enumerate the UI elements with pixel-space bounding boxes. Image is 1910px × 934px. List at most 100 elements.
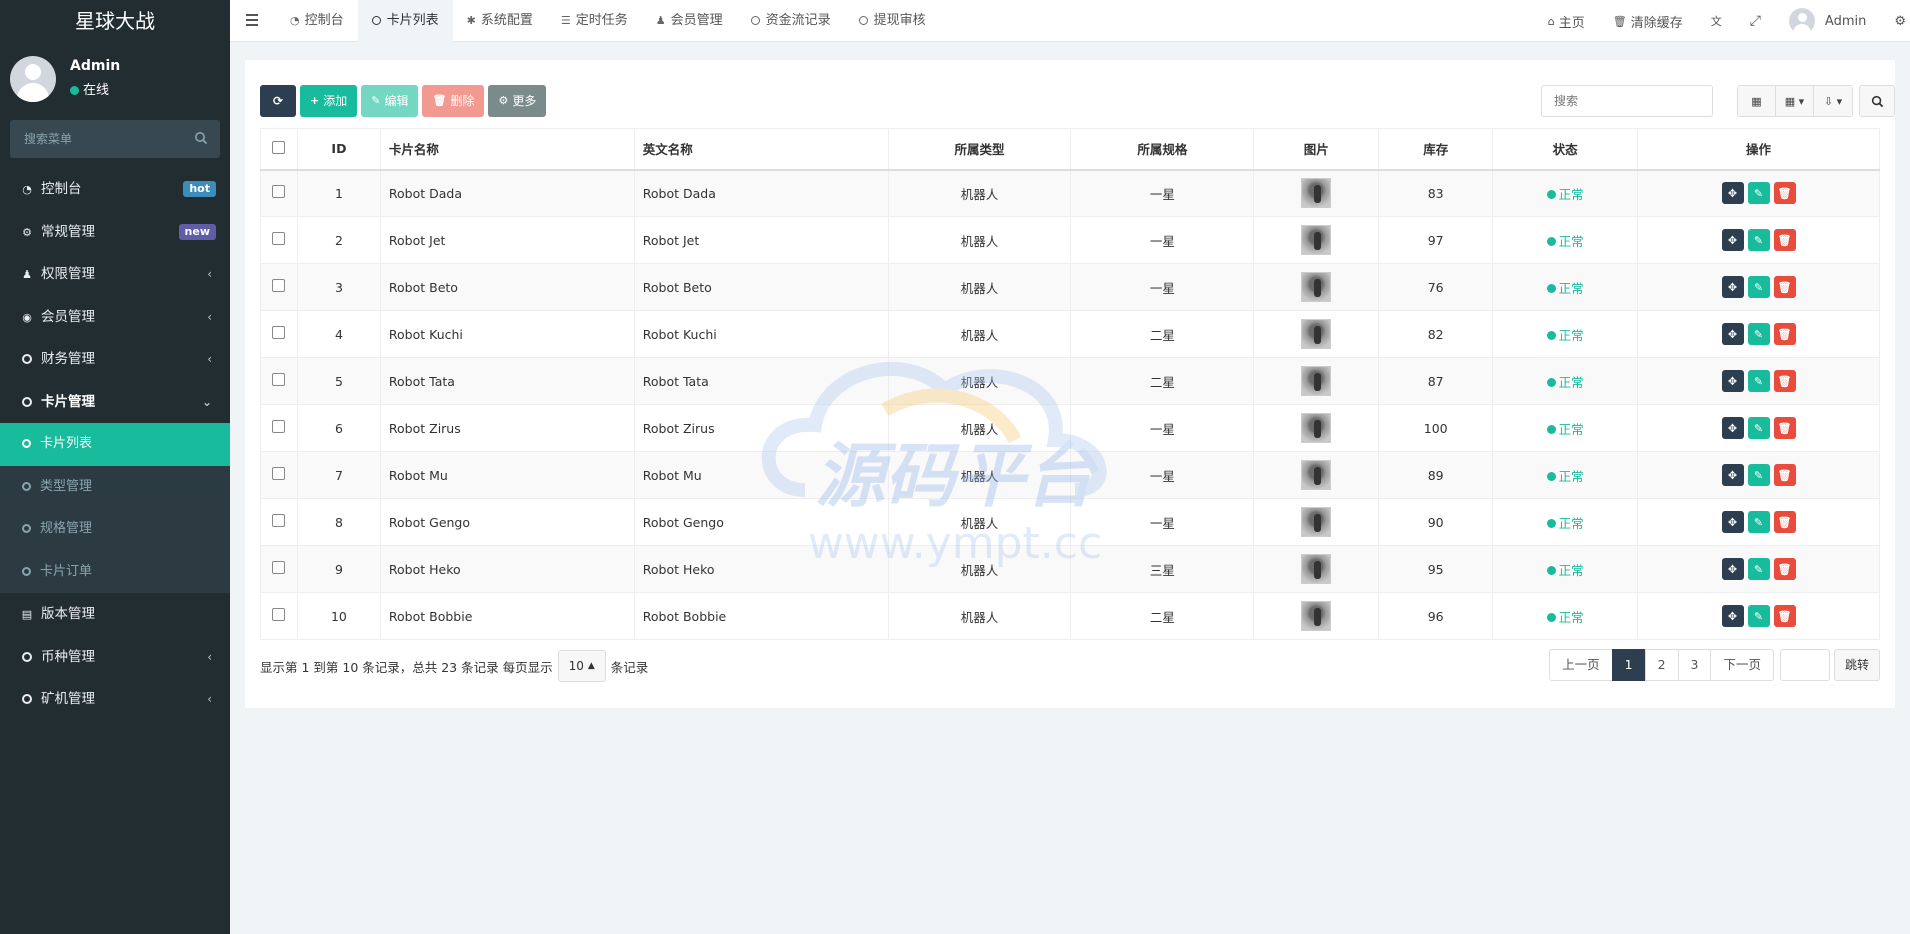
table-row[interactable]: 9 Robot Heko Robot Heko 机器人 三星 95 正常 ✥ ✎ 🗑 — [260, 545, 1880, 593]
sidebar-item-currency[interactable]: 币种管理 ‹ — [0, 636, 230, 679]
sidebar-item-card[interactable]: 卡片管理 ⌄ — [0, 381, 230, 424]
row-delete-button[interactable]: 🗑 — [1773, 229, 1796, 251]
row-checkbox[interactable] — [272, 561, 286, 574]
row-delete-button[interactable]: 🗑 — [1773, 370, 1796, 392]
row-edit-button[interactable]: ✎ — [1747, 276, 1770, 298]
drag-sort-button[interactable]: ✥ — [1721, 370, 1744, 392]
columns-button[interactable]: ▦ ▾ — [1776, 86, 1814, 116]
sidebar-item-general[interactable]: ⚙ 常规管理 new — [0, 211, 230, 254]
table-row[interactable]: 8 Robot Gengo Robot Gengo 机器人 一星 90 正常 ✥ ✎ 🗑 — [260, 498, 1880, 546]
table-row[interactable]: 2 Robot Jet Robot Jet 机器人 一星 97 正常 ✥ ✎ 🗑 — [260, 216, 1880, 264]
row-checkbox[interactable] — [272, 420, 286, 433]
row-checkbox[interactable] — [272, 373, 286, 386]
row-checkbox[interactable] — [272, 608, 286, 621]
robot-thumbnail[interactable] — [1301, 554, 1332, 584]
export-button[interactable]: ⇩ ▾ — [1814, 86, 1852, 116]
page-1-button[interactable]: 1 — [1611, 649, 1646, 681]
tab-cron[interactable]: ☰ 定时任务 — [547, 0, 642, 42]
fullscreen-button[interactable]: ⤢ — [1736, 0, 1775, 42]
table-row[interactable]: 4 Robot Kuchi Robot Kuchi 机器人 二星 82 正常 ✥ ✎ 🗑 — [260, 310, 1880, 358]
settings-button[interactable]: ⚙ — [1880, 0, 1910, 42]
drag-sort-button[interactable]: ✥ — [1721, 511, 1744, 533]
row-edit-button[interactable]: ✎ — [1747, 464, 1770, 486]
row-edit-button[interactable]: ✎ — [1747, 323, 1770, 345]
row-delete-button[interactable]: 🗑 — [1773, 417, 1796, 439]
sidebar-item-card-order[interactable]: 卡片订单 — [0, 551, 230, 594]
table-row[interactable]: 6 Robot Zirus Robot Zirus 机器人 一星 100 正常 ✥ ✎ 🗑 — [260, 404, 1880, 452]
tab-system-config[interactable]: ✱ 系统配置 — [453, 0, 547, 42]
search-toggle-button[interactable] — [1859, 85, 1895, 117]
sidebar-item-type-manage[interactable]: 类型管理 — [0, 466, 230, 509]
language-button[interactable]: 文 — [1697, 0, 1736, 42]
sidebar-item-dashboard[interactable]: ◔ 控制台 hot — [0, 168, 230, 211]
user-menu[interactable]: Admin — [1775, 0, 1880, 42]
clear-cache-button[interactable]: 🗑 清除缓存 — [1599, 0, 1697, 42]
row-checkbox[interactable] — [272, 185, 286, 199]
drag-sort-button[interactable]: ✥ — [1721, 558, 1744, 580]
table-row[interactable]: 1 Robot Dada Robot Dada 机器人 一星 83 正常 ✥ ✎ 🗑 — [260, 169, 1880, 217]
edit-button[interactable]: ✎ 编辑 — [361, 85, 419, 117]
tab-fund-flow[interactable]: 资金流记录 — [737, 0, 845, 42]
app-title[interactable]: 星球大战 — [0, 0, 230, 42]
table-row[interactable]: 10 Robot Bobbie Robot Bobbie 机器人 二星 96 正常 ✥ ✎ 🗑 — [260, 592, 1880, 640]
row-checkbox[interactable] — [272, 279, 286, 292]
jump-button[interactable]: 跳转 — [1833, 649, 1880, 681]
drag-sort-button[interactable]: ✥ — [1721, 182, 1744, 205]
next-page-button[interactable]: 下一页 — [1710, 649, 1774, 681]
tab-member[interactable]: ♟ 会员管理 — [642, 0, 737, 42]
robot-thumbnail[interactable] — [1301, 507, 1332, 537]
add-button[interactable]: + 添加 — [300, 85, 358, 117]
col-type[interactable]: 所属类型 — [887, 128, 1072, 171]
robot-thumbnail[interactable] — [1301, 272, 1332, 302]
sidebar-item-permission[interactable]: ♟ 权限管理 ‹ — [0, 253, 230, 296]
row-delete-button[interactable]: 🗑 — [1773, 605, 1796, 627]
row-delete-button[interactable]: 🗑 — [1773, 511, 1796, 533]
table-search-input[interactable] — [1542, 86, 1712, 116]
col-card-name[interactable]: 卡片名称 — [379, 128, 635, 171]
row-delete-button[interactable]: 🗑 — [1773, 323, 1796, 345]
drag-sort-button[interactable]: ✥ — [1721, 464, 1744, 486]
row-edit-button[interactable]: ✎ — [1747, 511, 1770, 533]
delete-button[interactable]: 🗑 删除 — [422, 85, 485, 117]
drag-sort-button[interactable]: ✥ — [1721, 417, 1744, 439]
col-en-name[interactable]: 英文名称 — [633, 128, 889, 171]
col-stock[interactable]: 库存 — [1378, 128, 1494, 171]
col-status[interactable]: 状态 — [1492, 128, 1639, 171]
robot-thumbnail[interactable] — [1301, 601, 1332, 631]
tab-withdraw[interactable]: 提现审核 — [845, 0, 940, 42]
sidebar-item-finance[interactable]: 财务管理 ‹ — [0, 338, 230, 381]
prev-page-button[interactable]: 上一页 — [1549, 649, 1613, 681]
table-row[interactable]: 7 Robot Mu Robot Mu 机器人 一星 89 正常 ✥ ✎ 🗑 — [260, 451, 1880, 499]
tab-dashboard[interactable]: ◔ 控制台 — [276, 0, 358, 42]
row-edit-button[interactable]: ✎ — [1747, 229, 1770, 251]
drag-sort-button[interactable]: ✥ — [1721, 323, 1744, 345]
sidebar-item-version[interactable]: ▤ 版本管理 — [0, 593, 230, 636]
drag-sort-button[interactable]: ✥ — [1721, 276, 1744, 298]
robot-thumbnail[interactable] — [1301, 225, 1332, 255]
drag-sort-button[interactable]: ✥ — [1721, 229, 1744, 251]
page-size-select[interactable]: 10 ▲ — [557, 650, 606, 682]
drag-sort-button[interactable]: ✥ — [1721, 605, 1744, 627]
row-edit-button[interactable]: ✎ — [1747, 370, 1770, 392]
sidebar-item-card-list[interactable]: 卡片列表 — [0, 423, 230, 466]
col-id[interactable]: ID — [296, 128, 381, 171]
row-checkbox[interactable] — [272, 467, 286, 480]
search-icon[interactable] — [194, 131, 208, 145]
robot-thumbnail[interactable] — [1301, 366, 1332, 396]
select-all-checkbox[interactable] — [272, 140, 286, 154]
jump-page-input[interactable] — [1779, 649, 1830, 681]
sidebar-item-spec-manage[interactable]: 规格管理 — [0, 508, 230, 551]
more-button[interactable]: ⚙ 更多 — [488, 85, 547, 117]
row-checkbox[interactable] — [272, 232, 286, 245]
row-delete-button[interactable]: 🗑 — [1773, 464, 1796, 486]
row-checkbox[interactable] — [272, 326, 286, 339]
robot-thumbnail[interactable] — [1301, 413, 1332, 443]
row-edit-button[interactable]: ✎ — [1747, 182, 1770, 205]
row-checkbox[interactable] — [272, 514, 286, 527]
page-3-button[interactable]: 3 — [1677, 649, 1712, 681]
tab-card-list[interactable]: 卡片列表 — [357, 0, 453, 42]
col-spec[interactable]: 所属规格 — [1070, 128, 1255, 171]
home-link[interactable]: ⌂ 主页 — [1534, 0, 1599, 42]
robot-thumbnail[interactable] — [1301, 460, 1332, 490]
row-delete-button[interactable]: 🗑 — [1773, 182, 1796, 205]
